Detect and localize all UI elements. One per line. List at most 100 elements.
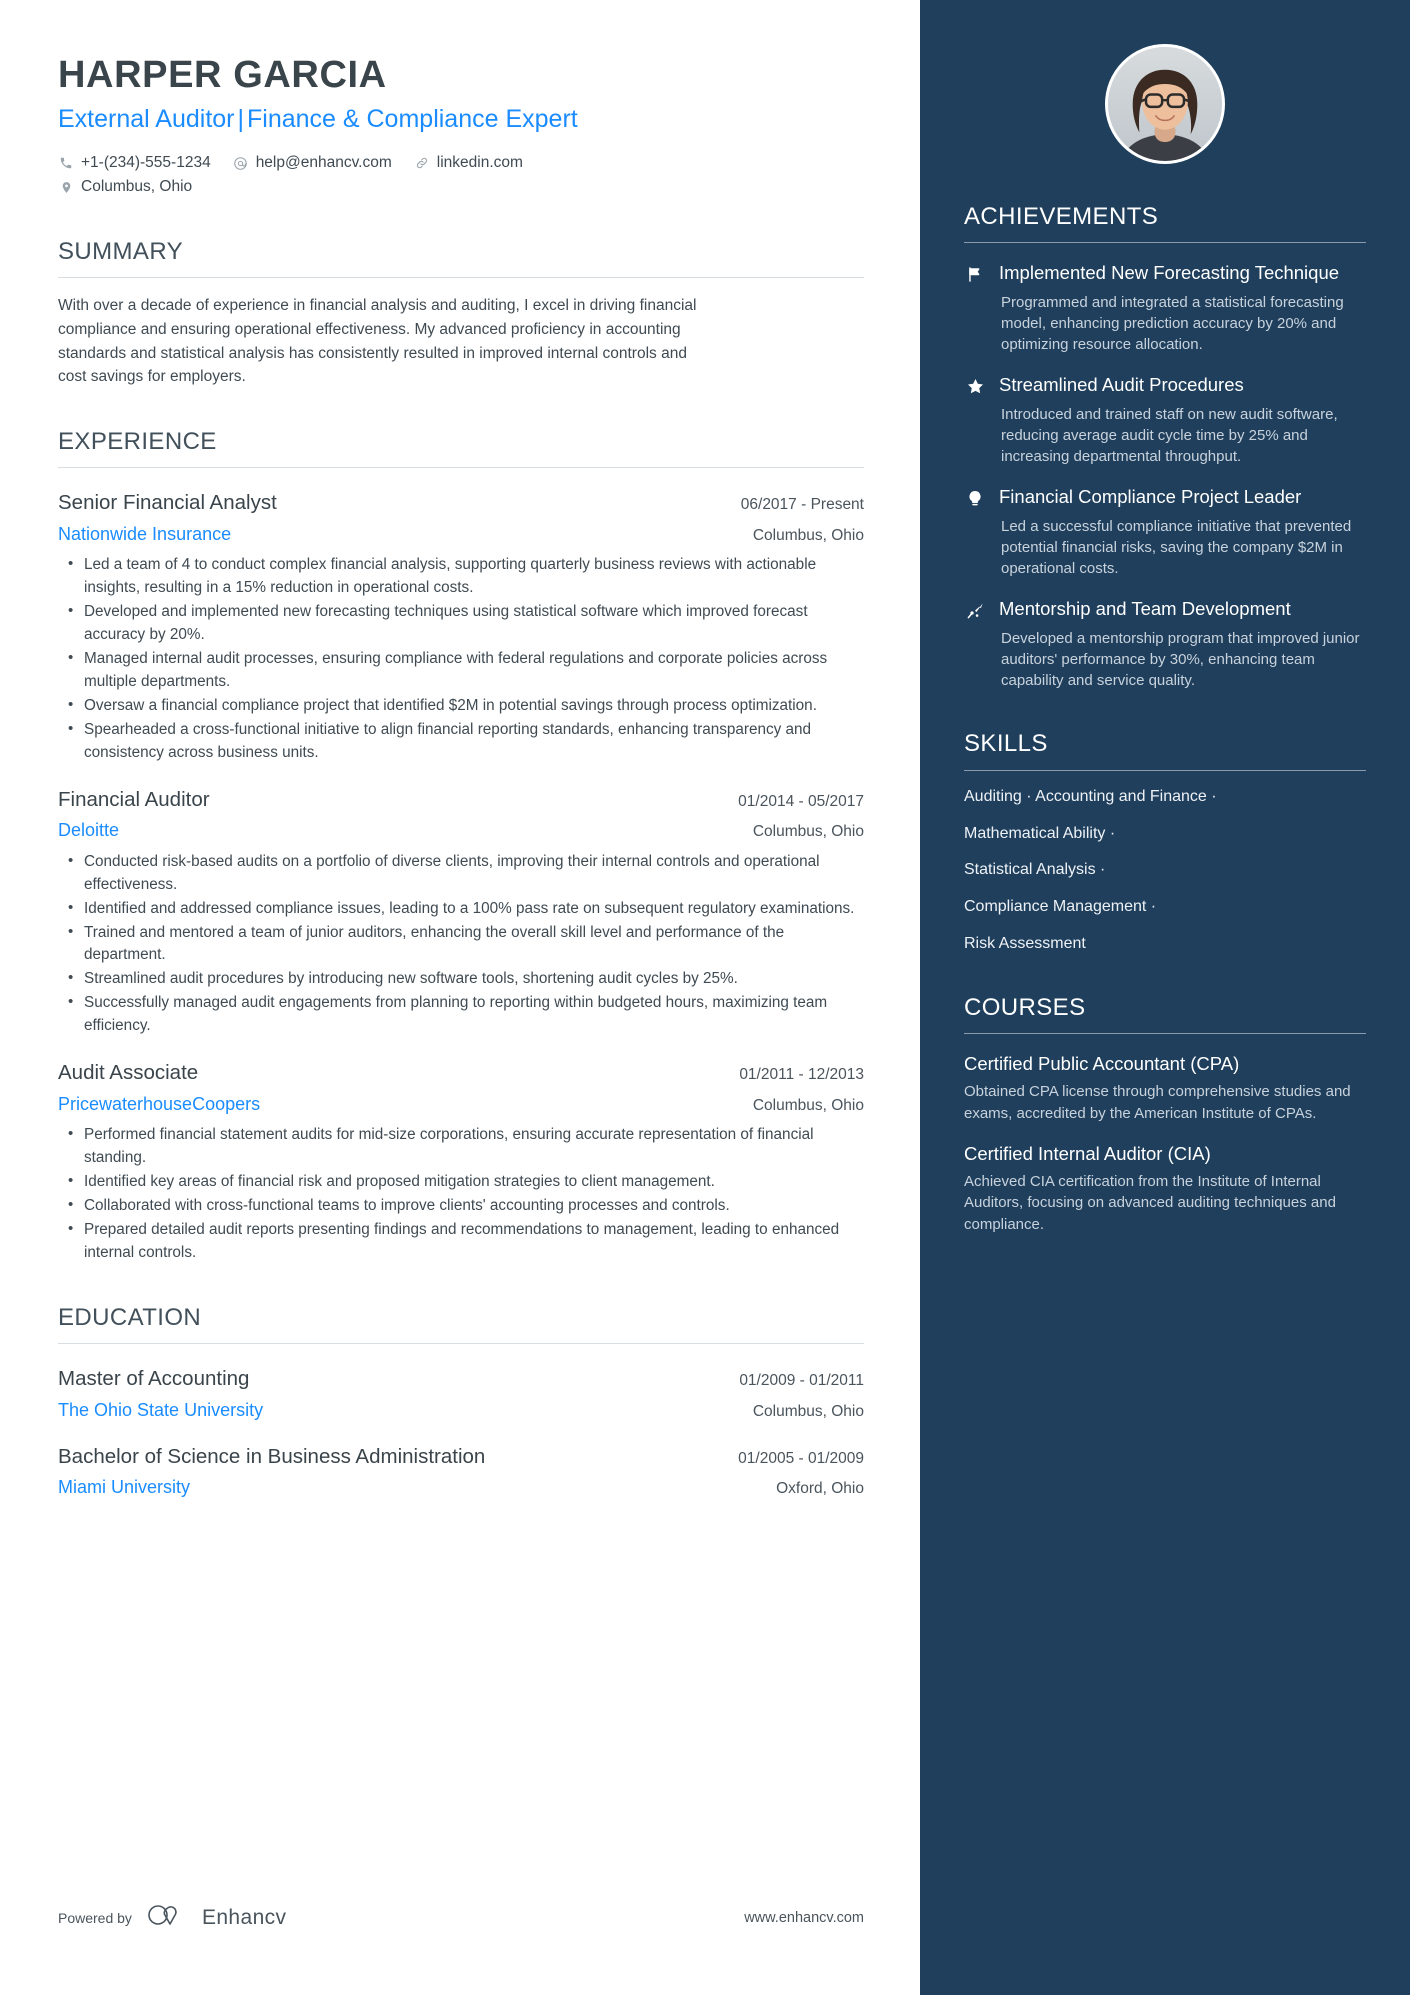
- summary-heading: SUMMARY: [58, 238, 184, 266]
- sidebar: ACHIEVEMENTS Implemented New Forecasting…: [920, 0, 1410, 1995]
- courses-section: COURSES Certified Public Accountant (CPA…: [964, 993, 1366, 1235]
- skills-divider: [964, 769, 1366, 771]
- star-icon: [964, 373, 986, 467]
- school-location: Columbus, Ohio: [752, 1403, 864, 1420]
- experience-entry: Financial Auditor 01/2014 - 05/2017 Delo…: [58, 787, 864, 1039]
- page-footer: Powered by Enhancv www.enhancv.com: [58, 1902, 864, 1933]
- summary-divider: [58, 277, 864, 279]
- education-entry: Master of Accounting 01/2009 - 01/2011 T…: [58, 1366, 864, 1421]
- experience-entry: Senior Financial Analyst 06/2017 - Prese…: [58, 490, 864, 765]
- enhancv-brand[interactable]: Enhancv: [146, 1902, 287, 1933]
- education-entry-subheader: Miami University Oxford, Ohio: [58, 1476, 864, 1499]
- job-date: 01/2011 - 12/2013: [739, 1066, 864, 1084]
- job-bullets: Led a team of 4 to conduct complex finan…: [58, 553, 864, 765]
- experience-divider: [58, 467, 864, 469]
- school-name[interactable]: Miami University: [58, 1476, 190, 1499]
- achievements-divider: [964, 242, 1366, 244]
- job-location: Columbus, Ohio: [752, 1096, 864, 1114]
- job-bullet: Identified and addressed compliance issu…: [58, 897, 864, 921]
- job-bullet: Oversaw a financial compliance project t…: [58, 694, 864, 718]
- course-desc: Obtained CPA license through comprehensi…: [964, 1083, 1351, 1122]
- degree-date: 01/2009 - 01/2011: [739, 1372, 864, 1390]
- header-block: HARPER GARCIA External Auditor | Finance &…: [58, 54, 864, 199]
- enhancv-logo-icon: [146, 1902, 192, 1933]
- achievement-item: Implemented New Forecasting Technique Pr…: [964, 261, 1366, 355]
- course-title: Certified Public Accountant (CPA): [964, 1053, 1240, 1075]
- achievement-item: Streamlined Audit Procedures Introduced …: [964, 373, 1366, 467]
- company-name[interactable]: PricewaterhouseCoopers: [58, 1093, 260, 1116]
- education-entry: Bachelor of Science in Business Administ…: [58, 1444, 864, 1499]
- skill-line: Compliance Management ·: [964, 898, 1157, 916]
- contact-email[interactable]: help@enhancv.com: [233, 151, 392, 175]
- course-item: Certified Public Accountant (CPA) Obtain…: [964, 1052, 1366, 1124]
- education-heading: EDUCATION: [58, 1303, 202, 1331]
- experience-entry-subheader: Nationwide Insurance Columbus, Ohio: [58, 523, 864, 546]
- skill-line: Mathematical Ability ·: [964, 824, 1116, 842]
- footer-url[interactable]: www.enhancv.com: [744, 1910, 864, 1926]
- school-location: Oxford, Ohio: [776, 1480, 864, 1498]
- avatar: [1105, 44, 1225, 164]
- contact-line-1: +1-(234)-555-1234 help@enhancv.com linke…: [58, 151, 864, 175]
- flag-icon: [964, 261, 986, 355]
- company-name[interactable]: Deloitte: [58, 819, 119, 842]
- headline-left: External Auditor: [58, 104, 235, 133]
- achievement-title: Financial Compliance Project Leader: [999, 486, 1302, 508]
- skill-line: Statistical Analysis ·: [964, 861, 1106, 879]
- contact-linkedin[interactable]: linkedin.com: [414, 151, 523, 175]
- phone-icon: [58, 155, 74, 171]
- company-name[interactable]: Nationwide Insurance: [58, 523, 231, 546]
- lightbulb-icon: [964, 485, 986, 579]
- achievement-body: Implemented New Forecasting Technique Pr…: [999, 261, 1366, 355]
- enhancv-wordmark: Enhancv: [201, 1905, 287, 1929]
- achievement-desc: Introduced and trained staff on new audi…: [1001, 405, 1338, 466]
- powered-by-label: Powered by: [58, 1909, 132, 1926]
- job-title: Financial Auditor: [58, 787, 210, 811]
- summary-text: With over a decade of experience in fina…: [58, 297, 697, 386]
- education-entry-subheader: The Ohio State University Columbus, Ohio: [58, 1399, 864, 1422]
- sidebar-inner: ACHIEVEMENTS Implemented New Forecasting…: [964, 0, 1366, 1235]
- headline-right: Finance & Compliance Expert: [247, 104, 578, 133]
- achievement-title: Mentorship and Team Development: [999, 598, 1291, 620]
- job-bullet: Led a team of 4 to conduct complex finan…: [58, 553, 864, 600]
- headline-separator: |: [237, 104, 245, 133]
- resume-page: HARPER GARCIA External Auditor | Finance &…: [0, 0, 1410, 1995]
- skills-list: Auditing · Accounting and Finance · Math…: [964, 787, 1366, 955]
- page-title: HARPER GARCIA: [58, 54, 387, 96]
- experience-entry-subheader: PricewaterhouseCoopers Columbus, Ohio: [58, 1093, 864, 1116]
- job-date: 06/2017 - Present: [740, 496, 864, 514]
- achievement-desc: Programmed and integrated a statistical …: [1001, 293, 1344, 354]
- achievements-section: ACHIEVEMENTS Implemented New Forecasting…: [964, 203, 1366, 691]
- job-bullet: Spearheaded a cross-functional initiativ…: [58, 718, 864, 765]
- achievement-body: Mentorship and Team Development Develope…: [999, 597, 1366, 691]
- education-entry-header: Master of Accounting 01/2009 - 01/2011: [58, 1366, 864, 1392]
- job-location: Columbus, Ohio: [752, 526, 864, 544]
- courses-heading: COURSES: [964, 993, 1086, 1021]
- achievement-body: Streamlined Audit Procedures Introduced …: [999, 373, 1366, 467]
- course-title: Certified Internal Auditor (CIA): [964, 1142, 1211, 1164]
- achievement-title: Streamlined Audit Procedures: [999, 374, 1244, 396]
- contact-linkedin-text: linkedin.com: [436, 154, 523, 172]
- job-bullet: Managed internal audit processes, ensuri…: [58, 647, 864, 694]
- achievement-item: Mentorship and Team Development Develope…: [964, 597, 1366, 691]
- link-icon: [414, 155, 430, 171]
- job-bullets: Conducted risk-based audits on a portfol…: [58, 850, 864, 1039]
- skill-line: Auditing · Accounting and Finance ·: [964, 787, 1217, 805]
- powered-by-block: Powered by Enhancv: [58, 1902, 286, 1933]
- skills-heading: SKILLS: [964, 730, 1048, 758]
- contact-phone[interactable]: +1-(234)-555-1234: [58, 151, 211, 175]
- experience-entry-header: Senior Financial Analyst 06/2017 - Prese…: [58, 490, 864, 516]
- skills-section: SKILLS Auditing · Accounting and Finance…: [964, 731, 1366, 954]
- job-title: Senior Financial Analyst: [58, 491, 277, 515]
- job-bullet: Developed and implemented new forecastin…: [58, 600, 864, 647]
- contact-email-text: help@enhancv.com: [255, 154, 392, 172]
- course-item: Certified Internal Auditor (CIA) Achieve…: [964, 1142, 1366, 1235]
- school-name[interactable]: The Ohio State University: [58, 1399, 263, 1422]
- experience-entry-header: Audit Associate 01/2011 - 12/2013: [58, 1060, 864, 1086]
- job-bullet: Conducted risk-based audits on a portfol…: [58, 850, 864, 897]
- summary-section: SUMMARY With over a decade of experience…: [58, 238, 864, 389]
- degree-title: Master of Accounting: [58, 1367, 250, 1391]
- contact-location: Columbus, Ohio: [58, 175, 192, 199]
- job-bullet: Identified key areas of financial risk a…: [58, 1170, 864, 1194]
- degree-date: 01/2005 - 01/2009: [738, 1449, 864, 1467]
- main-column: HARPER GARCIA External Auditor | Finance &…: [0, 0, 920, 1995]
